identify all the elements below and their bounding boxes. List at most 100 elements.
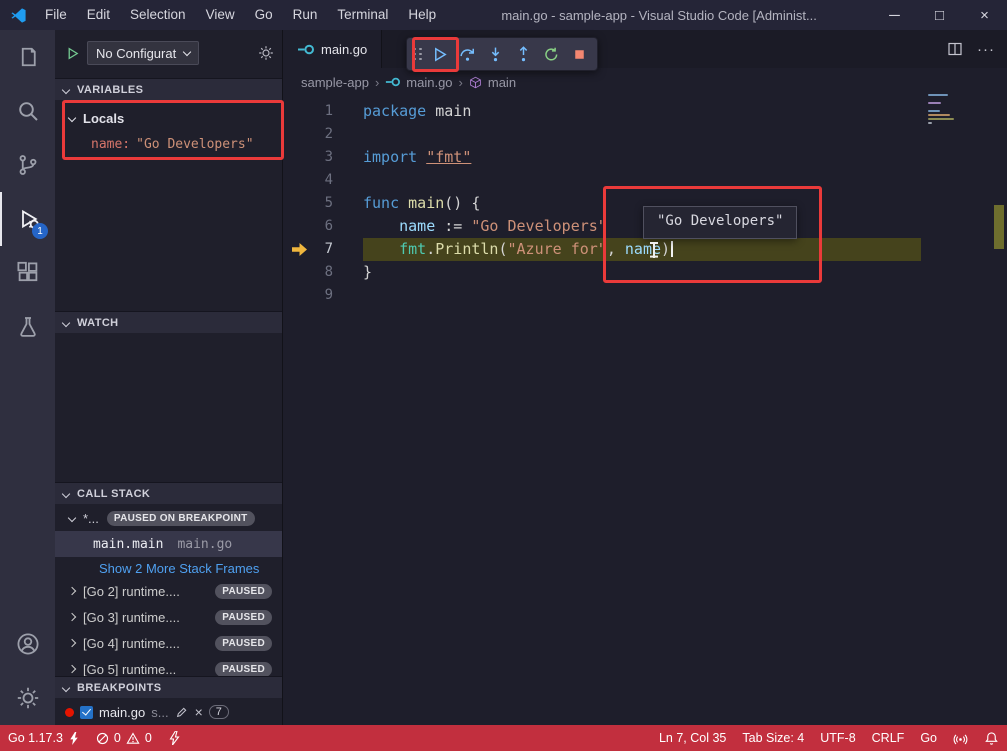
continue-button[interactable] [425, 40, 453, 68]
menu-go[interactable]: Go [245, 0, 283, 30]
breadcrumb-folder[interactable]: sample-app [301, 75, 369, 90]
status-line-col[interactable]: Ln 7, Col 35 [651, 731, 734, 745]
code-line[interactable] [363, 123, 1007, 146]
source-control-icon[interactable] [0, 138, 55, 192]
debug-sidebar: No Configurat VARIABLES Locals name: "Go… [55, 30, 283, 725]
menu-view[interactable]: View [196, 0, 245, 30]
thread-label: [Go 5] runtime... [83, 662, 215, 677]
line-number: 6 [283, 215, 333, 238]
tooltip-value: "Go Developers" [657, 213, 783, 229]
debug-session-icon[interactable] [160, 725, 189, 751]
explorer-icon[interactable] [0, 30, 55, 84]
breakpoints-section-header[interactable]: BREAKPOINTS [55, 676, 282, 698]
breadcrumb-symbol[interactable]: main [488, 75, 516, 90]
call-stack-session-row[interactable]: *... PAUSED ON BREAKPOINT [55, 506, 282, 530]
split-editor-icon[interactable] [947, 41, 963, 57]
remove-breakpoint-icon[interactable]: × [195, 705, 203, 719]
close-button[interactable]: × [962, 0, 1007, 30]
drag-handle[interactable] [411, 45, 425, 63]
testing-beaker-icon[interactable] [0, 300, 55, 354]
account-icon[interactable] [0, 617, 55, 671]
line-number: 9 [283, 284, 333, 307]
symbol-package-icon [469, 76, 482, 89]
run-debug-icon[interactable]: 1 [0, 192, 55, 246]
frame-file: main.go [177, 537, 232, 552]
menu-file[interactable]: File [35, 0, 77, 30]
gutter[interactable]: 123456789 [283, 100, 355, 307]
code-line[interactable] [363, 169, 1007, 192]
variables-section-header[interactable]: VARIABLES [55, 78, 282, 100]
status-eol[interactable]: CRLF [864, 731, 913, 745]
thread-row-go2[interactable]: [Go 2] runtime.... PAUSED [55, 578, 282, 604]
step-over-button[interactable] [453, 40, 481, 68]
edit-breakpoint-icon[interactable] [175, 705, 189, 719]
remote-broadcast-icon[interactable] [945, 731, 976, 746]
code-line[interactable]: package main [363, 100, 1007, 123]
paused-badge: PAUSED [215, 584, 272, 599]
start-debug-icon[interactable] [65, 46, 80, 61]
stop-button[interactable] [565, 40, 593, 68]
chevron-down-icon [68, 514, 76, 522]
menu-help[interactable]: Help [398, 0, 446, 30]
more-actions-icon[interactable]: ··· [977, 41, 995, 58]
breakpoints-header-label: BREAKPOINTS [77, 682, 161, 694]
paused-badge: PAUSED [215, 662, 272, 677]
variables-scope-locals[interactable]: Locals [55, 107, 282, 129]
minimize-button[interactable]: ─ [872, 0, 917, 30]
search-icon[interactable] [0, 84, 55, 138]
tab-main-go[interactable]: main.go [283, 30, 382, 68]
status-go-version[interactable]: Go 1.17.3 [0, 725, 88, 751]
session-label: *... [83, 511, 99, 526]
menu-selection[interactable]: Selection [120, 0, 196, 30]
call-stack-section-header[interactable]: CALL STACK [55, 482, 282, 504]
debug-config-dropdown[interactable]: No Configurat [87, 41, 199, 65]
paused-badge: PAUSED [215, 610, 272, 625]
step-into-button[interactable] [481, 40, 509, 68]
code-lines[interactable]: package mainimport "fmt"func main() { na… [363, 100, 1007, 307]
tab-bar: main.go ··· [283, 30, 1007, 68]
error-icon [96, 732, 109, 745]
status-language[interactable]: Go [912, 731, 945, 745]
notifications-bell-icon[interactable] [976, 731, 1007, 746]
line-number: 8 [283, 261, 333, 284]
line-number: 3 [283, 146, 333, 169]
show-more-frames-link[interactable]: Show 2 More Stack Frames [55, 557, 282, 579]
code-line[interactable]: } [363, 261, 1007, 284]
watch-section-header[interactable]: WATCH [55, 311, 282, 333]
status-encoding[interactable]: UTF-8 [812, 731, 863, 745]
overview-ruler-marker[interactable] [994, 205, 1004, 249]
frame-function: main.main [93, 537, 163, 552]
chevron-down-icon [62, 85, 70, 93]
call-stack-header-label: CALL STACK [77, 488, 150, 500]
code-line[interactable]: import "fmt" [363, 146, 1007, 169]
maximize-button[interactable]: □ [917, 0, 962, 30]
stack-frame-row[interactable]: main.main main.go [55, 531, 282, 557]
menu-terminal[interactable]: Terminal [327, 0, 398, 30]
menu-edit[interactable]: Edit [77, 0, 120, 30]
code-line[interactable] [363, 284, 1007, 307]
debug-settings-gear-icon[interactable] [258, 45, 274, 61]
variable-row-name[interactable]: name: "Go Developers" [55, 133, 282, 155]
breadcrumb-file[interactable]: main.go [406, 75, 452, 90]
code-line[interactable]: fmt.Println("Azure for", name) [363, 238, 921, 261]
breakpoint-file: main.go [99, 705, 145, 720]
minimap[interactable] [928, 94, 962, 126]
thread-row-go3[interactable]: [Go 3] runtime.... PAUSED [55, 604, 282, 630]
line-number: 1 [283, 100, 333, 123]
chevron-right-icon [68, 665, 76, 673]
thread-row-go4[interactable]: [Go 4] runtime.... PAUSED [55, 630, 282, 656]
breakpoints-count-badge: 7 [209, 705, 229, 719]
restart-button[interactable] [537, 40, 565, 68]
menu-run[interactable]: Run [283, 0, 328, 30]
status-tab-size[interactable]: Tab Size: 4 [734, 731, 812, 745]
extensions-icon[interactable] [0, 246, 55, 300]
breakpoint-checkbox[interactable] [80, 706, 93, 719]
settings-gear-icon[interactable] [0, 671, 55, 725]
show-more-frames-label: Show 2 More Stack Frames [99, 561, 259, 576]
warning-count: 0 [145, 731, 152, 745]
step-out-button[interactable] [509, 40, 537, 68]
window-title: main.go - sample-app - Visual Studio Cod… [446, 8, 872, 23]
status-problems[interactable]: 0 0 [88, 725, 160, 751]
chevron-down-icon [68, 114, 76, 122]
breakpoint-row[interactable]: main.go s... × 7 [55, 700, 282, 724]
